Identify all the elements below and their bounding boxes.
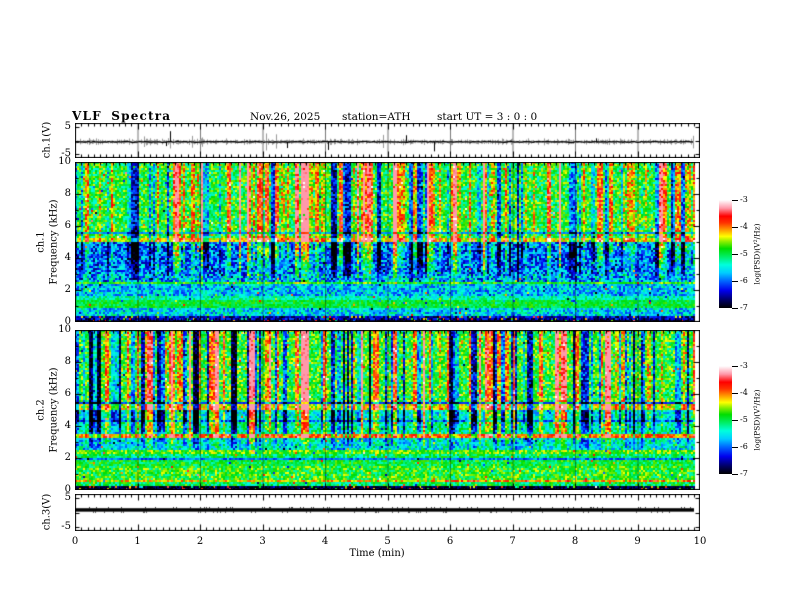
freq-tick-label: 2 — [64, 284, 71, 295]
colorbar-tick-label: -5 — [740, 249, 748, 258]
colorbar-tick-label: -7 — [740, 303, 748, 312]
time-tick-label: 9 — [634, 536, 641, 547]
ch2-spectrogram-channel-label: ch.2 — [35, 399, 47, 421]
ch1-spectrogram-channel-label: ch.1 — [35, 231, 47, 253]
ch2-colorbar-label: log(PSD)(V²/Hz) — [752, 389, 762, 451]
time-axis-label: Time (min) — [349, 548, 405, 559]
colorbar-tick-label: -6 — [740, 442, 748, 451]
freq-tick-label: 2 — [64, 452, 71, 463]
ch2-colorbar — [719, 366, 732, 474]
freq-tick-label: 6 — [64, 388, 71, 399]
colorbar-tick — [732, 366, 738, 367]
colorbar-tick — [732, 254, 738, 255]
freq-tick-label: 6 — [64, 220, 71, 231]
ch1-volt-tick-label: -5 — [61, 147, 71, 159]
time-tick-label: 7 — [509, 536, 516, 547]
time-tick-label: 8 — [571, 536, 579, 547]
time-tick-label: 10 — [693, 536, 707, 547]
ch3-volt-tick-label: -5 — [61, 520, 71, 532]
ch1-volt-tick-label: 5 — [64, 121, 71, 133]
time-tick-label: 6 — [446, 536, 454, 547]
colorbar-tick-label: -7 — [740, 469, 748, 478]
ch1-frequency-axis-label: Frequency (kHz) — [48, 199, 60, 285]
colorbar-tick-label: -4 — [740, 388, 748, 397]
time-tick-label: 4 — [321, 536, 329, 547]
colorbar-tick-label: -5 — [740, 415, 748, 424]
freq-tick-label: 8 — [64, 188, 71, 199]
colorbar-tick — [732, 308, 738, 309]
freq-tick-label: 10 — [58, 324, 71, 335]
time-tick-label: 5 — [384, 536, 391, 547]
colorbar-tick — [732, 474, 738, 475]
colorbar-tick — [732, 447, 738, 448]
ch1-colorbar — [719, 200, 732, 308]
colorbar-tick — [732, 393, 738, 394]
ch1-spectrogram-panel — [75, 162, 700, 322]
ch3-waveform-panel — [75, 494, 700, 531]
colorbar-tick — [732, 281, 738, 282]
colorbar-tick-label: -3 — [740, 361, 748, 370]
time-tick-label: 3 — [259, 536, 266, 547]
colorbar-tick — [732, 227, 738, 228]
freq-tick-label: 8 — [64, 356, 71, 367]
page-title: VLF Spectra — [72, 109, 172, 123]
ch2-frequency-axis-label: Frequency (kHz) — [48, 367, 60, 453]
colorbar-tick-label: -6 — [740, 276, 748, 285]
colorbar-tick-label: -4 — [740, 222, 748, 231]
colorbar-tick — [732, 200, 738, 201]
vlf-spectra-plot: VLF Spectra Nov.26, 2025 station=ATH sta… — [0, 0, 792, 612]
freq-tick-label: 4 — [64, 252, 71, 263]
station-label: station=ATH — [342, 111, 411, 123]
time-tick-label: 1 — [134, 536, 141, 547]
freq-tick-label: 4 — [64, 420, 71, 431]
ch1-waveform-panel — [75, 123, 700, 158]
time-tick-label: 0 — [71, 536, 79, 547]
colorbar-tick-label: -3 — [740, 195, 748, 204]
ch3-volt-tick-label: 5 — [64, 492, 71, 504]
date-label: Nov.26, 2025 — [250, 111, 321, 123]
ch1-colorbar-label: log(PSD)(V²/Hz) — [752, 223, 762, 285]
ch2-spectrogram-panel — [75, 330, 700, 490]
colorbar-tick — [732, 420, 738, 421]
start-ut-label: start UT = 3 : 0 : 0 — [437, 111, 538, 123]
time-tick-label: 2 — [196, 536, 204, 547]
